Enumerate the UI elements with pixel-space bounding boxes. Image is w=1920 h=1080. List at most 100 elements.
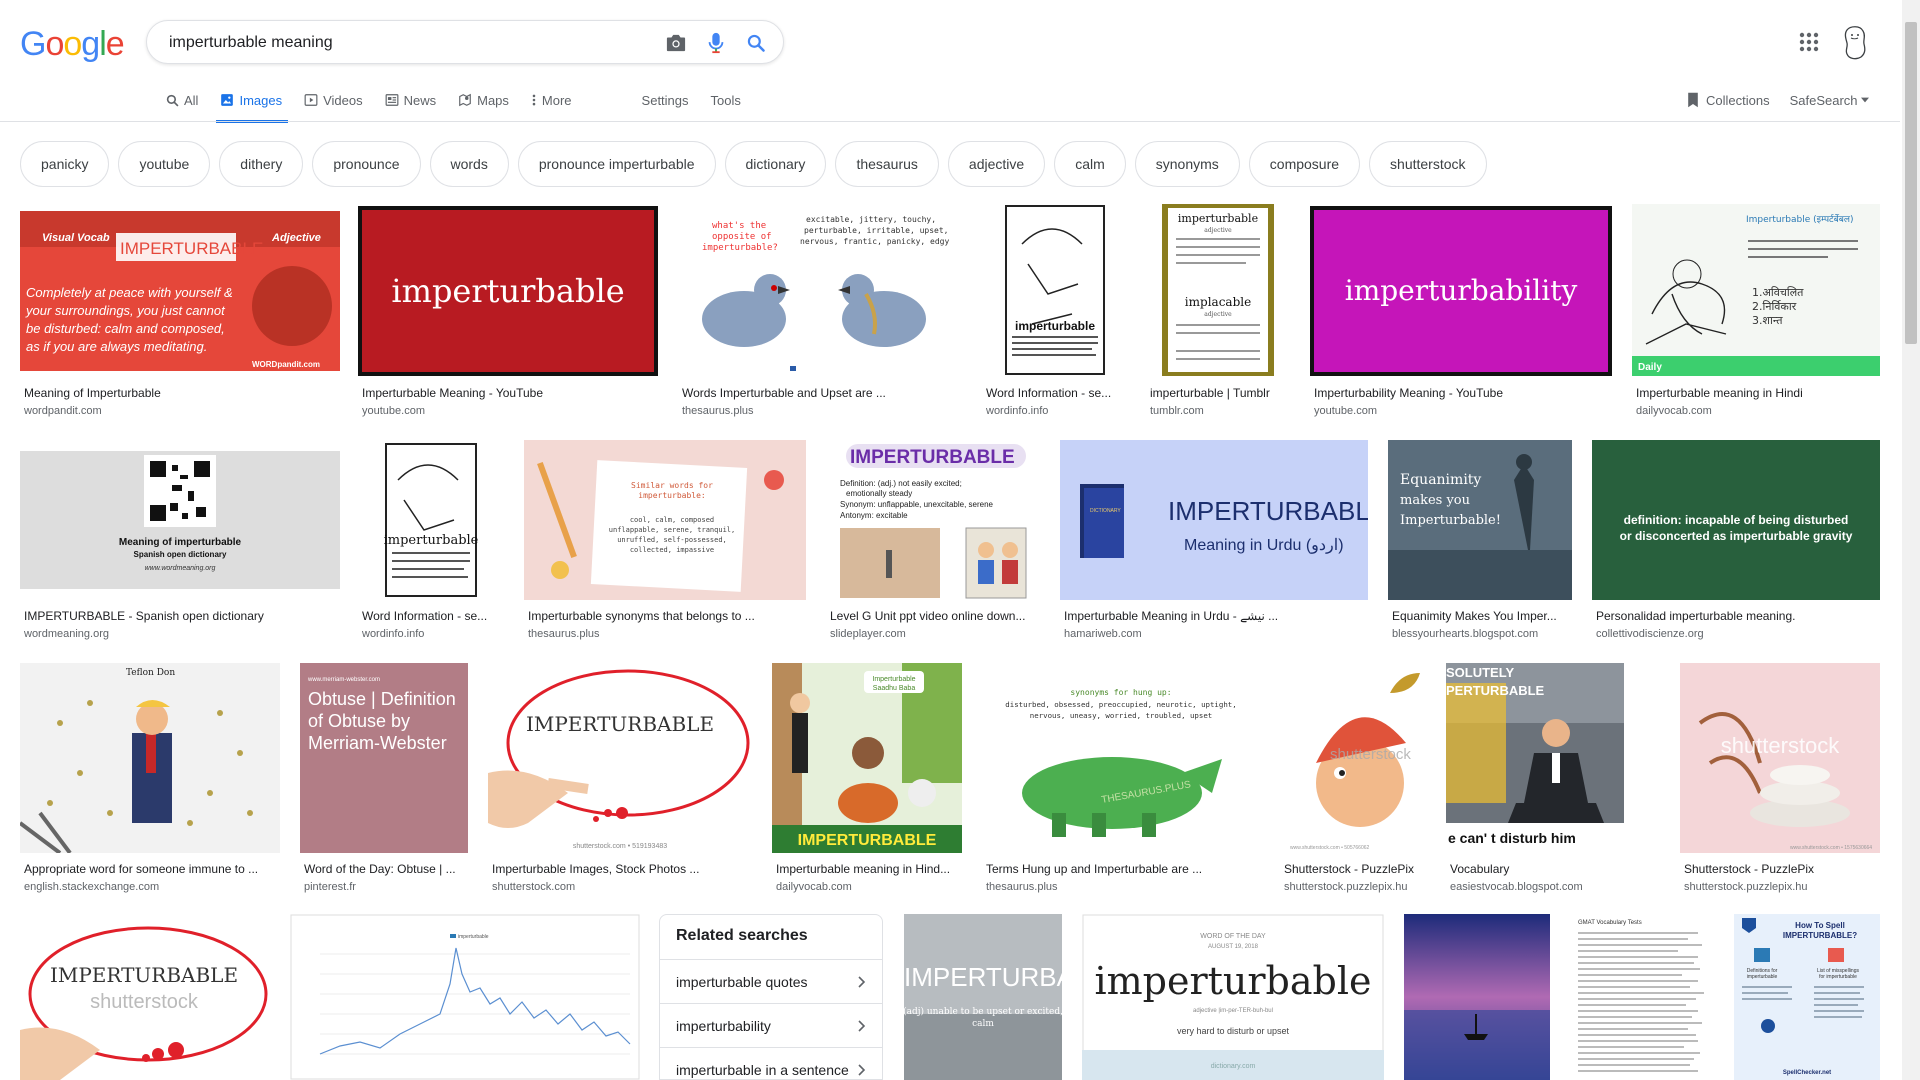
result-source[interactable]: youtube.com [362,405,652,417]
result-source[interactable]: shutterstock.com [492,881,746,893]
image-result[interactable]: synonyms for hung up: disturbed, obsesse… [982,663,1260,895]
result-source[interactable]: thesaurus.plus [528,628,800,640]
tab-images[interactable]: Images [216,88,288,123]
result-thumbnail[interactable]: IMPERTURBABLE (adj) unable to be upset o… [904,914,1062,1080]
result-source[interactable]: dailyvocab.com [776,881,956,893]
result-thumbnail[interactable]: shutterstock www.shutterstock.com • 5057… [1280,663,1426,853]
result-title[interactable]: Word of the Day: Obtuse | ... [304,862,462,876]
image-result[interactable]: SOLUTELY PERTURBABLE e can' t disturb hi… [1446,663,1624,895]
result-title[interactable]: Terms Hung up and Imperturbable are ... [986,862,1254,876]
image-result[interactable]: Equanimity makes you Imperturbable! Equa… [1388,440,1572,646]
image-result[interactable]: IMPERTURBABLE Definition: (adj.) not eas… [826,440,1040,646]
result-source[interactable]: shutterstock.puzzlepix.hu [1684,881,1874,893]
image-result[interactable]: imperturbable adjective implacable adjec… [1146,204,1290,424]
tab-all[interactable]: All [166,88,198,112]
result-source[interactable]: wordinfo.info [362,628,498,640]
tab-maps[interactable]: Maps [458,88,509,112]
result-title[interactable]: Equanimity Makes You Imper... [1392,609,1566,623]
search-input[interactable] [167,31,651,55]
image-result[interactable]: imperturbability Imperturbability Meanin… [1310,204,1612,424]
result-source[interactable]: thesaurus.plus [986,881,1254,893]
apps-grid-icon[interactable] [1797,30,1821,54]
result-source[interactable]: hamariweb.com [1064,628,1362,640]
chip[interactable]: dithery [219,141,304,187]
image-result[interactable]: shutterstock www.shutterstock.com • 1575… [1680,663,1880,895]
result-title[interactable]: Appropriate word for someone immune to .… [24,862,274,876]
result-source[interactable]: collettivodiscienze.org [1596,628,1874,640]
result-title[interactable]: Word Information - se... [362,609,498,623]
chip[interactable]: pronounce [312,141,421,187]
image-result[interactable]: GMAT Vocabulary Tests [1570,914,1714,1080]
result-source[interactable]: blessyourhearts.blogspot.com [1392,628,1566,640]
result-thumbnail[interactable]: Meaning of imperturbable Spanish open di… [20,451,340,589]
chip[interactable]: thesaurus [835,141,939,187]
chip[interactable]: calm [1054,141,1126,187]
image-result[interactable] [1404,914,1550,1080]
result-thumbnail[interactable]: imperturbable [290,914,640,1080]
chip[interactable]: dictionary [724,141,827,187]
result-title[interactable]: Vocabulary [1450,862,1618,876]
result-title[interactable]: Word Information - se... [986,386,1120,400]
result-source[interactable]: wordinfo.info [986,405,1120,417]
result-thumbnail[interactable]: IMPERTURBABLE shutterstock [20,914,270,1080]
result-thumbnail[interactable]: Imperturbable Saadhu Baba IMPERTURBABLE [772,663,962,853]
image-result[interactable]: Meaning of imperturbable Spanish open di… [20,440,340,646]
result-title[interactable]: IMPERTURBABLE - Spanish open dictionary [24,609,334,623]
chip[interactable]: panicky [20,141,110,187]
image-result[interactable]: DICTIONARY IMPERTURBABLE Meaning in Urdu… [1060,440,1368,646]
result-thumbnail[interactable]: www.merriam-webster.com Obtuse | Definit… [300,663,468,853]
result-title[interactable]: imperturbable | Tumblr [1150,386,1284,400]
result-title[interactable]: Words Imperturbable and Upset are ... [682,386,956,400]
result-thumbnail[interactable]: definition: incapable of being disturbed… [1592,440,1880,600]
image-result[interactable]: shutterstock www.shutterstock.com • 5057… [1280,663,1426,895]
result-thumbnail[interactable]: imperturbable adjective implacable adjec… [1146,204,1290,376]
result-thumbnail[interactable]: synonyms for hung up: disturbed, obsesse… [982,663,1260,853]
image-result[interactable]: How To Spell IMPERTURBABLE? Definitions … [1734,914,1880,1080]
image-result[interactable]: what's the opposite of imperturbable? ex… [678,204,962,424]
result-title[interactable]: Shutterstock - PuzzlePix [1284,862,1420,876]
image-result[interactable]: IMPERTURBABLE shutterstock [20,914,270,1080]
result-thumbnail[interactable]: Teflon Don [20,663,280,853]
result-thumbnail[interactable]: Equanimity makes you Imperturbable! [1388,440,1572,600]
result-thumbnail[interactable]: SOLUTELY PERTURBABLE e can' t disturb hi… [1446,663,1624,853]
chip[interactable]: shutterstock [1369,141,1487,187]
result-title[interactable]: Shutterstock - PuzzlePix [1684,862,1874,876]
google-logo[interactable]: Google [20,24,125,64]
result-source[interactable]: english.stackexchange.com [24,881,274,893]
result-thumbnail[interactable]: shutterstock www.shutterstock.com • 1575… [1680,663,1880,853]
tab-news[interactable]: News [385,88,436,112]
image-result[interactable]: IMPERTURBABLE (adj) unable to be upset o… [904,914,1062,1080]
related-item[interactable]: imperturbable quotes [660,960,882,1004]
image-result[interactable]: www.merriam-webster.com Obtuse | Definit… [300,663,468,895]
result-title[interactable]: Imperturbable meaning in Hind... [776,862,956,876]
result-thumbnail[interactable]: How To Spell IMPERTURBABLE? Definitions … [1734,914,1880,1080]
result-thumbnail[interactable]: DICTIONARY IMPERTURBABLE Meaning in Urdu… [1060,440,1368,600]
image-result[interactable]: Imperturbable Saadhu Baba IMPERTURBABLE I… [772,663,962,895]
camera-icon[interactable] [665,32,687,54]
result-thumbnail[interactable]: Visual Vocab IMPERTURBABLE Adjective Com… [20,211,340,371]
result-source[interactable]: easiestvocab.blogspot.com [1450,881,1618,893]
image-result[interactable]: imperturbable Word Information - se... w… [358,440,504,646]
result-thumbnail[interactable] [1404,914,1550,1080]
chip[interactable]: youtube [118,141,211,187]
result-thumbnail[interactable]: imperturbable [982,204,1126,376]
chip[interactable]: words [429,141,509,187]
image-result[interactable]: Teflon Don Appropriate word for someone … [20,663,280,895]
result-thumbnail[interactable]: IMPERTURBABLE shutterstock.com • 5191934… [488,663,752,853]
result-title[interactable]: Imperturbable synonyms that belongs to .… [528,609,800,623]
result-title[interactable]: Personalidad imperturbable meaning. [1596,609,1874,623]
chip[interactable]: pronounce imperturbable [517,141,716,187]
result-source[interactable]: shutterstock.puzzlepix.hu [1284,881,1420,893]
tab-videos[interactable]: Videos [304,88,363,112]
tools-link[interactable]: Tools [711,88,741,112]
chip[interactable]: adjective [947,141,1046,187]
image-result[interactable]: Similar words for imperturbable: cool, c… [524,440,806,646]
image-result[interactable]: imperturbable Imperturbable Meaning - Yo… [358,204,658,424]
result-title[interactable]: Imperturbable Images, Stock Photos ... [492,862,746,876]
image-result[interactable]: definition: incapable of being disturbed… [1592,440,1880,646]
result-title[interactable]: Imperturbability Meaning - YouTube [1314,386,1606,400]
result-thumbnail[interactable]: imperturbable [358,440,504,600]
image-result[interactable]: Visual Vocab IMPERTURBABLE Adjective Com… [20,204,340,424]
result-source[interactable]: dailyvocab.com [1636,405,1874,417]
result-source[interactable]: slideplayer.com [830,628,1034,640]
